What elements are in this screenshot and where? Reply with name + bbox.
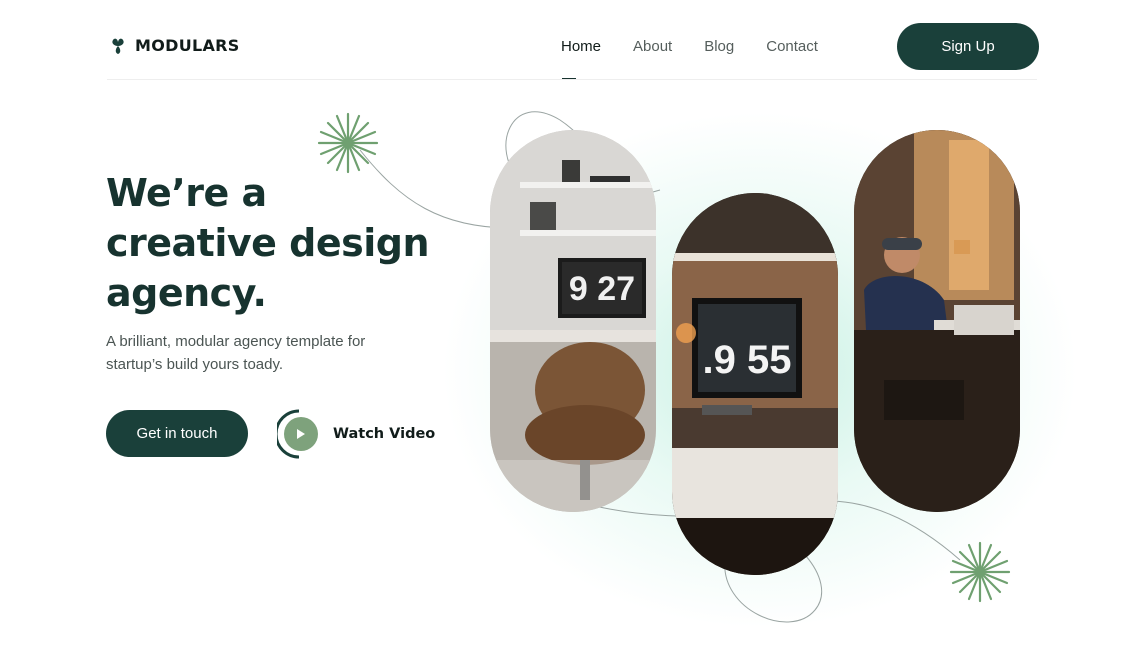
office-photo-2: .9 55 bbox=[672, 193, 838, 575]
nav-home[interactable]: Home bbox=[561, 38, 601, 55]
clock-display: 9 27 bbox=[569, 270, 635, 308]
nav-contact[interactable]: Contact bbox=[766, 38, 818, 55]
office-photo-1: 9 27 bbox=[490, 130, 656, 512]
watch-video-label: Watch Video bbox=[333, 426, 436, 442]
get-in-touch-button[interactable]: Get in touch bbox=[106, 410, 248, 457]
nav-about[interactable]: About bbox=[633, 38, 672, 55]
play-icon bbox=[277, 409, 318, 459]
hero-title: We’re a creative design agency. bbox=[106, 171, 430, 315]
hero-subtitle: A brilliant, modular agency template for… bbox=[106, 333, 366, 373]
watch-video-button[interactable]: Watch Video bbox=[277, 409, 435, 459]
signup-button[interactable]: Sign Up bbox=[897, 23, 1039, 70]
header-divider bbox=[107, 79, 1037, 80]
clover-leaf-icon bbox=[112, 38, 124, 54]
main-nav: Home About Blog Contact bbox=[561, 38, 850, 55]
clock-display: .9 55 bbox=[703, 338, 792, 382]
nav-blog[interactable]: Blog bbox=[704, 38, 734, 55]
logo-text: MODULARS bbox=[135, 36, 240, 55]
office-photo-3 bbox=[854, 130, 1020, 512]
logo[interactable]: MODULARS bbox=[109, 36, 240, 55]
